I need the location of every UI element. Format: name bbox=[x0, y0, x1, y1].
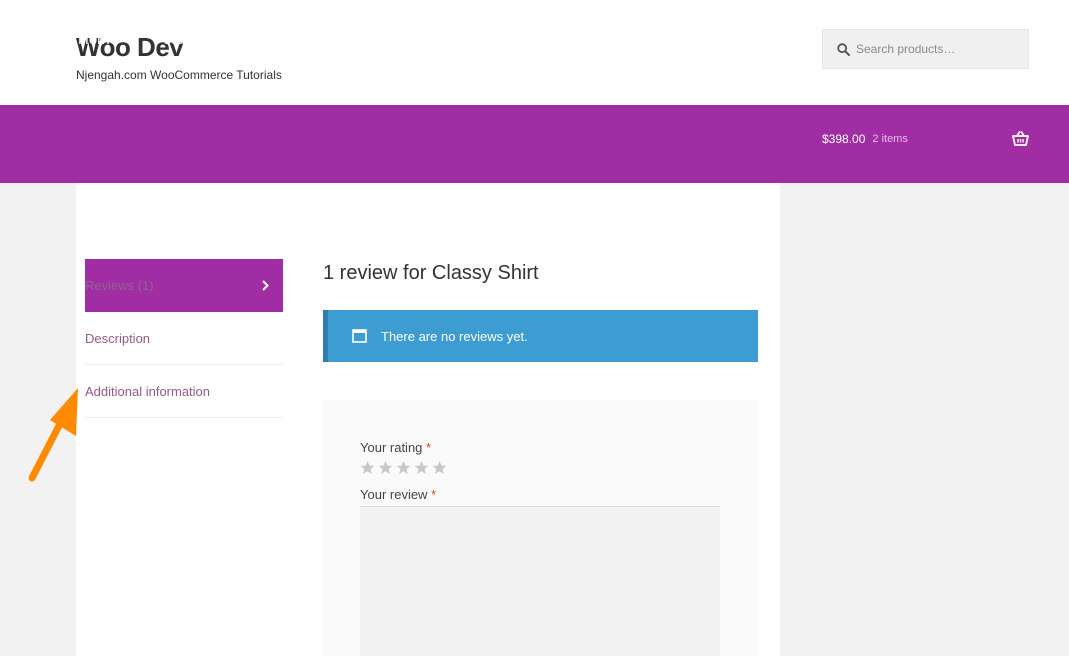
review-label: Your review * bbox=[360, 487, 437, 502]
site-header: Woo Dev Njengah.com WooCommerce Tutorial… bbox=[0, 0, 1069, 105]
search-icon bbox=[837, 42, 850, 56]
chevron-right-icon bbox=[262, 280, 269, 291]
nav-item-forum[interactable]: Forum bbox=[154, 31, 220, 48]
nav-my-account-label: My account bbox=[259, 31, 336, 48]
nav-forum-label: Forum bbox=[154, 31, 198, 48]
nav-item-shop[interactable]: Shop bbox=[397, 31, 432, 48]
required-mark: * bbox=[431, 487, 437, 502]
star-icon[interactable] bbox=[432, 460, 447, 475]
chevron-down-icon bbox=[350, 36, 361, 43]
chevron-down-icon bbox=[209, 36, 220, 43]
star-icon[interactable] bbox=[360, 460, 375, 475]
star-icon[interactable] bbox=[414, 460, 429, 475]
cart-total: $398.00 bbox=[822, 132, 866, 146]
star-icon[interactable] bbox=[396, 460, 411, 475]
no-reviews-notice: There are no reviews yet. bbox=[323, 310, 758, 362]
star-rating[interactable] bbox=[360, 460, 447, 475]
tab-additional-information-label: Additional information bbox=[85, 383, 211, 399]
tab-additional-information[interactable]: Additional information bbox=[85, 365, 283, 418]
window-icon bbox=[352, 329, 367, 343]
product-tabs: Reviews (1) Description Additional infor… bbox=[85, 259, 283, 418]
basket-icon[interactable] bbox=[1012, 131, 1029, 146]
nav-item-my-account[interactable]: My account bbox=[259, 31, 361, 48]
annotation-arrow-icon bbox=[28, 388, 78, 482]
tab-description[interactable]: Description bbox=[85, 312, 283, 365]
review-textarea[interactable] bbox=[360, 506, 720, 656]
nav-shop-label: Shop bbox=[397, 31, 433, 48]
required-mark: * bbox=[426, 440, 432, 455]
primary-navigation bbox=[0, 105, 1069, 183]
rating-label: Your rating * bbox=[360, 440, 432, 455]
tab-reviews-label: Reviews (1) bbox=[85, 278, 154, 293]
search-box[interactable] bbox=[822, 29, 1029, 69]
star-icon[interactable] bbox=[378, 460, 393, 475]
site-tagline: Njengah.com WooCommerce Tutorials bbox=[76, 68, 282, 82]
tab-description-label: Description bbox=[85, 330, 151, 346]
cart-count: 2 items bbox=[872, 133, 908, 145]
nav-item-home[interactable]: Home bbox=[78, 31, 118, 48]
tab-reviews[interactable]: Reviews (1) bbox=[85, 259, 283, 312]
reviews-title: 1 review for Classy Shirt bbox=[323, 262, 539, 284]
review-form: Your rating * Your review * bbox=[323, 400, 758, 656]
nav-home-label: Home bbox=[78, 31, 119, 48]
search-input[interactable] bbox=[856, 42, 1026, 56]
cart-link[interactable]: $398.00 2 items bbox=[822, 132, 908, 146]
no-reviews-text: There are no reviews yet. bbox=[381, 328, 528, 344]
